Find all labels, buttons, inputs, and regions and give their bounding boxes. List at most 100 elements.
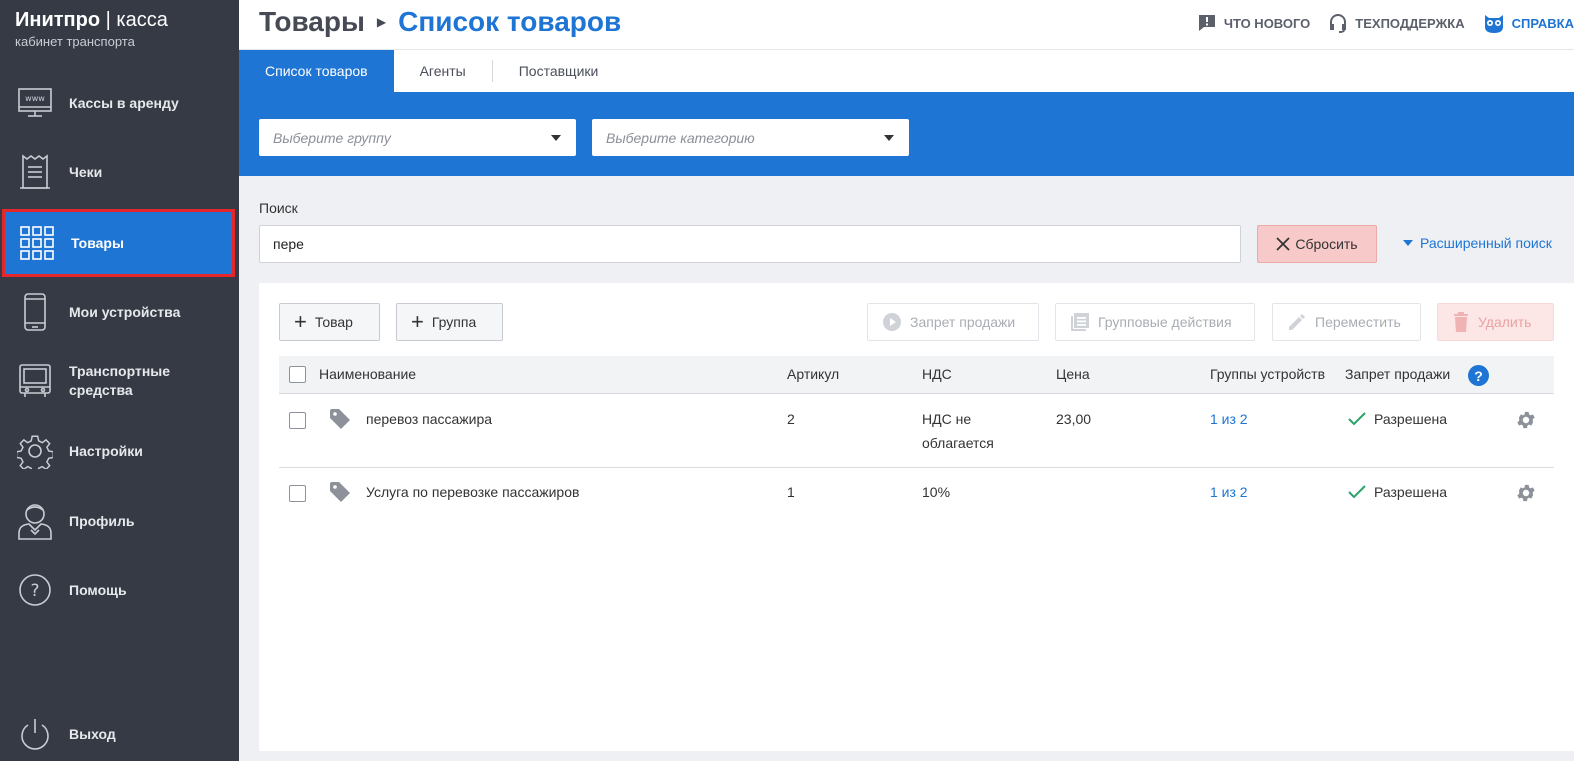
add-group-button[interactable]: + Группа bbox=[396, 303, 503, 341]
device-groups-link[interactable]: 1 из 2 bbox=[1210, 480, 1248, 504]
advanced-search-link[interactable]: Расширенный поиск bbox=[1403, 235, 1552, 251]
phone-icon bbox=[17, 293, 53, 331]
gear-icon bbox=[17, 433, 53, 469]
announcement-icon bbox=[1198, 15, 1215, 31]
row-checkbox[interactable] bbox=[289, 485, 306, 502]
sidebar-item-label: Настройки bbox=[69, 442, 143, 459]
move-label: Переместить bbox=[1315, 314, 1401, 330]
group-actions-button[interactable]: Групповые действия bbox=[1055, 303, 1255, 341]
power-icon bbox=[17, 716, 53, 752]
product-name[interactable]: Услуга по перевозке пассажиров bbox=[366, 480, 579, 504]
owl-icon bbox=[1484, 15, 1503, 33]
receipt-icon bbox=[17, 154, 53, 190]
sidebar-item-profile[interactable]: Профиль bbox=[0, 486, 239, 556]
headset-icon bbox=[1330, 14, 1347, 33]
product-vat: НДС не bbox=[922, 411, 972, 427]
ban-sale-label: Запрет продажи bbox=[910, 314, 1016, 330]
page-title: Список товаров bbox=[398, 6, 622, 37]
column-header[interactable]: НДС bbox=[922, 366, 952, 382]
caret-down-icon bbox=[884, 135, 894, 141]
support-label: ТЕХПОДДЕРЖКА bbox=[1355, 15, 1465, 31]
product-article: 1 bbox=[787, 484, 795, 500]
help-label: СПРАВКА bbox=[1511, 15, 1574, 31]
trash-icon bbox=[1454, 312, 1468, 332]
sidebar: Инитпро | касса кабинет транспорта www К… bbox=[0, 0, 239, 761]
sale-status: Разрешена bbox=[1374, 411, 1448, 427]
sidebar-item-products[interactable]: Товары bbox=[2, 209, 235, 277]
chevron-right-icon: ▶ bbox=[376, 15, 387, 29]
tab-suppliers[interactable]: Поставщики bbox=[493, 50, 625, 92]
group-actions-label: Групповые действия bbox=[1098, 314, 1232, 330]
tab-product-list[interactable]: Список товаров bbox=[239, 50, 394, 92]
sidebar-item-vehicles[interactable]: Транспортные средства bbox=[0, 346, 239, 416]
sidebar-item-label: Чеки bbox=[69, 163, 103, 180]
check-icon bbox=[1348, 485, 1366, 499]
whats-new-label: ЧТО НОВОГО bbox=[1223, 15, 1311, 31]
category-select[interactable]: Выберите категорию bbox=[592, 119, 909, 156]
brand-name: Инитпро bbox=[15, 9, 101, 31]
tag-icon bbox=[330, 482, 350, 502]
sidebar-item-label: Мои устройства bbox=[69, 303, 181, 320]
product-article: 2 bbox=[787, 411, 795, 427]
ban-sale-button[interactable]: Запрет продажи bbox=[867, 303, 1039, 341]
breadcrumb-parent[interactable]: Товары bbox=[259, 6, 365, 38]
support-link[interactable]: ТЕХПОДДЕРЖКА bbox=[1328, 13, 1465, 33]
sidebar-item-label: Профиль bbox=[69, 512, 135, 529]
add-product-button[interactable]: + Товар bbox=[279, 303, 380, 341]
user-icon bbox=[17, 503, 53, 540]
tab-agents[interactable]: Агенты bbox=[394, 50, 492, 92]
column-header[interactable]: Артикул bbox=[787, 366, 839, 382]
sidebar-item-help[interactable]: ? Помощь bbox=[0, 555, 239, 625]
sidebar-item-logout[interactable]: Выход bbox=[0, 708, 239, 760]
tab-bar: Список товаров Агенты Поставщики bbox=[239, 50, 1574, 92]
select-all-checkbox[interactable] bbox=[289, 366, 306, 383]
column-header[interactable]: Наименование bbox=[319, 366, 416, 382]
sidebar-item-settings[interactable]: Настройки bbox=[0, 416, 239, 486]
product-vat-cont: облагается bbox=[922, 435, 994, 451]
monitor-www-icon: www bbox=[17, 85, 53, 121]
group-select-placeholder: Выберите группу bbox=[273, 129, 391, 146]
sidebar-item-rent[interactable]: www Кассы в аренду bbox=[0, 68, 239, 138]
svg-text:?: ? bbox=[30, 581, 39, 601]
group-select[interactable]: Выберите группу bbox=[259, 119, 576, 156]
column-header[interactable]: Запрет продажи bbox=[1345, 366, 1450, 382]
add-product-label: Товар bbox=[314, 314, 353, 330]
help-link[interactable]: СПРАВКА bbox=[1483, 12, 1574, 34]
product-name[interactable]: перевоз пассажира bbox=[366, 407, 492, 431]
grid-icon bbox=[19, 225, 55, 261]
gear-icon[interactable] bbox=[1515, 409, 1537, 431]
reset-button[interactable]: Сбросить bbox=[1257, 225, 1377, 263]
table-row[interactable]: перевоз пассажира 2 НДС не облагается 23… bbox=[279, 407, 1554, 467]
column-header[interactable]: Цена bbox=[1056, 366, 1090, 382]
product-vat: 10% bbox=[922, 484, 951, 500]
row-divider bbox=[279, 467, 1554, 468]
sidebar-item-label: Кассы в аренду bbox=[69, 94, 179, 111]
sidebar-item-label: Транспортные средства bbox=[69, 363, 171, 398]
sidebar-item-label: Товары bbox=[71, 234, 124, 251]
row-checkbox[interactable] bbox=[289, 412, 306, 429]
move-button[interactable]: Переместить bbox=[1272, 303, 1421, 341]
sidebar-item-label: Выход bbox=[69, 725, 116, 742]
tag-icon bbox=[330, 409, 350, 429]
device-groups-link[interactable]: 1 из 2 bbox=[1210, 407, 1248, 431]
pencil-icon bbox=[1289, 314, 1305, 330]
help-icon[interactable]: ? bbox=[1468, 365, 1489, 386]
delete-button[interactable]: Удалить bbox=[1437, 303, 1554, 341]
column-header[interactable]: Группы устройств bbox=[1210, 366, 1325, 382]
sidebar-item-receipts[interactable]: Чеки bbox=[0, 137, 239, 207]
page-header: Товары ▶ Список товаров ЧТО НОВОГО ТЕХПО… bbox=[239, 0, 1574, 50]
sale-status: Разрешена bbox=[1374, 484, 1448, 500]
product-panel: + Товар + Группа Запрет продажи Групповы… bbox=[259, 283, 1574, 751]
whats-new-link[interactable]: ЧТО НОВОГО bbox=[1197, 13, 1310, 33]
table-row[interactable]: Услуга по перевозке пассажиров 1 10% 1 и… bbox=[279, 480, 1554, 520]
sidebar-item-devices[interactable]: Мои устройства bbox=[0, 277, 239, 347]
breadcrumb: Товары ▶ Список товаров bbox=[259, 6, 621, 38]
bus-icon bbox=[17, 363, 53, 399]
sidebar-item-label: Помощь bbox=[69, 581, 127, 598]
advanced-search-label: Расширенный поиск bbox=[1420, 235, 1552, 251]
list-icon bbox=[1071, 313, 1089, 331]
brand-subtitle: кабинет транспорта bbox=[15, 34, 135, 49]
check-icon bbox=[1348, 412, 1366, 426]
gear-icon[interactable] bbox=[1515, 482, 1537, 504]
search-input[interactable] bbox=[259, 225, 1241, 263]
